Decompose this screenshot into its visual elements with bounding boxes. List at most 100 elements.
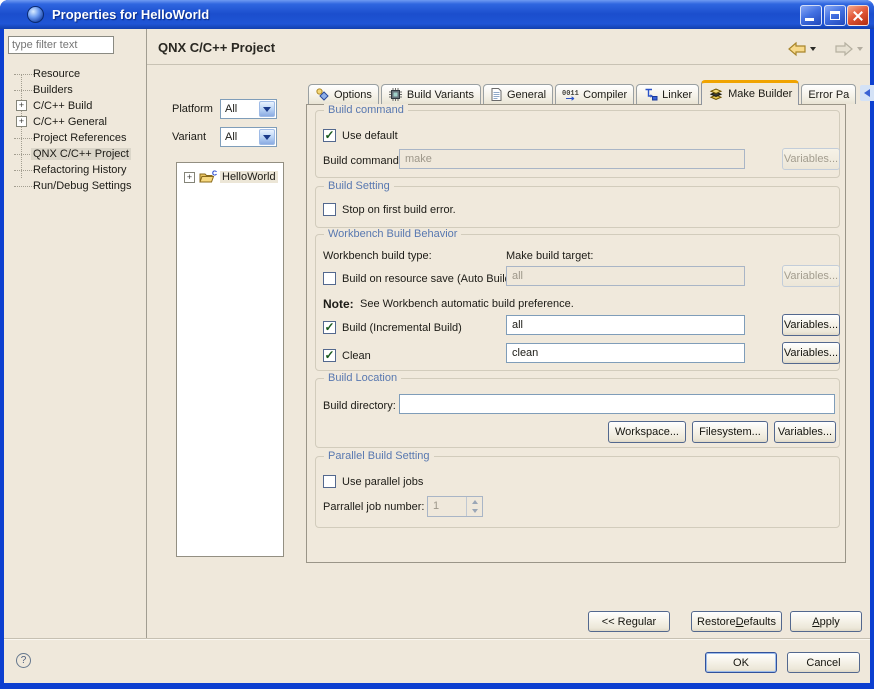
tab-error-parsers[interactable]: Error Pa <box>801 84 856 104</box>
sidebar-separator <box>146 29 147 639</box>
window-titlebar[interactable]: Properties for HelloWorld <box>0 0 874 29</box>
variables-button[interactable]: Variables... <box>782 314 840 336</box>
help-icon[interactable]: ? <box>16 653 31 668</box>
make-build-target-label: Make build target: <box>506 250 593 262</box>
group-title: Build Setting <box>324 180 394 192</box>
group-parallel-build: Parallel Build Setting Use parallel jobs… <box>315 456 840 528</box>
forward-arrow-icon <box>833 41 855 57</box>
check-mark: ✓ <box>324 349 334 361</box>
build-directory-input[interactable] <box>399 394 835 414</box>
minimize-icon <box>805 18 814 21</box>
tab-make-builder[interactable]: Make Builder <box>701 80 799 105</box>
tab-label: Compiler <box>583 89 627 101</box>
auto-build-label: Build on resource save (Auto Build) <box>342 273 514 285</box>
c-project-folder-icon: C <box>199 170 218 185</box>
clean-checkbox[interactable]: ✓ <box>323 349 336 362</box>
tab-options[interactable]: Options <box>308 84 379 104</box>
back-button[interactable] <box>786 39 816 58</box>
project-tree-panel[interactable]: + C HelloWorld <box>176 162 284 557</box>
sidebar-item-label: Refactoring History <box>33 164 127 176</box>
sidebar-item-resource[interactable]: Resource <box>8 66 144 82</box>
incremental-build-checkbox[interactable]: ✓ <box>323 321 336 334</box>
options-icon <box>315 87 330 102</box>
expand-plus-icon[interactable]: + <box>16 116 27 127</box>
app-icon <box>27 6 44 23</box>
use-parallel-checkbox[interactable] <box>323 475 336 488</box>
expand-plus-icon[interactable]: + <box>184 172 195 183</box>
sidebar-item-cpp-build[interactable]: + C/C++ Build <box>8 98 144 114</box>
variant-value: All <box>225 131 237 143</box>
back-arrow-icon <box>786 41 808 57</box>
auto-build-checkbox[interactable] <box>323 272 336 285</box>
back-dropdown-icon[interactable] <box>810 47 816 51</box>
document-icon <box>490 87 503 102</box>
tab-label: Options <box>334 89 372 101</box>
sidebar-item-builders[interactable]: Builders <box>8 82 144 98</box>
expand-plus-icon[interactable]: + <box>16 100 27 111</box>
build-directory-label: Build directory: <box>323 400 396 412</box>
use-default-label: Use default <box>342 130 398 142</box>
sidebar-item-run-debug[interactable]: Run/Debug Settings <box>8 178 144 194</box>
build-command-label: Build command: <box>323 155 402 167</box>
tab-build-variants[interactable]: Build Variants <box>381 84 481 104</box>
content-panel: Build command ✓ Use default Build comman… <box>306 104 846 563</box>
variant-dropdown-button[interactable] <box>259 129 275 145</box>
restore-defaults-button[interactable]: Restore Defaults <box>691 611 782 632</box>
tab-label: Error Pa <box>808 89 849 101</box>
sidebar-item-label: Resource <box>33 68 80 80</box>
regular-button[interactable]: << Regular <box>588 611 670 632</box>
tab-compiler[interactable]: 0011 Compiler <box>555 84 634 104</box>
clean-target-input[interactable]: clean <box>506 343 745 363</box>
platform-select[interactable]: All <box>220 99 277 119</box>
incremental-build-label: Build (Incremental Build) <box>342 322 462 334</box>
parallel-jobs-spinner[interactable]: 1 <box>427 496 483 517</box>
spinner-value: 1 <box>433 500 439 512</box>
filter-input[interactable] <box>8 36 114 54</box>
chip-icon <box>388 87 403 102</box>
variant-select[interactable]: All <box>220 127 277 147</box>
spinner-up-button[interactable] <box>467 497 482 507</box>
close-button[interactable] <box>847 5 869 26</box>
sidebar-item-project-references[interactable]: Project References <box>8 130 144 146</box>
platform-value: All <box>225 103 237 115</box>
variant-label: Variant <box>172 131 206 143</box>
platform-label: Platform <box>172 103 213 115</box>
linker-icon <box>643 87 658 102</box>
filesystem-button[interactable]: Filesystem... <box>692 421 768 443</box>
minimize-button[interactable] <box>800 5 822 26</box>
platform-dropdown-button[interactable] <box>259 101 275 117</box>
workspace-button[interactable]: Workspace... <box>608 421 686 443</box>
variables-button[interactable]: Variables... <box>782 148 840 170</box>
variables-button[interactable]: Variables... <box>782 265 840 287</box>
stop-on-error-label: Stop on first build error. <box>342 204 456 216</box>
tab-scroll-left-icon[interactable] <box>864 89 870 97</box>
sidebar-item-label: Builders <box>33 84 73 96</box>
cancel-button[interactable]: Cancel <box>787 652 860 673</box>
group-build-command: Build command ✓ Use default Build comman… <box>315 110 840 178</box>
window-title: Properties for HelloWorld <box>52 7 209 22</box>
apply-button[interactable]: Apply <box>790 611 862 632</box>
incremental-target-input[interactable]: all <box>506 315 745 335</box>
build-command-input[interactable]: make <box>399 149 745 169</box>
group-title: Build Location <box>324 372 401 384</box>
maximize-button[interactable] <box>824 5 846 26</box>
sidebar-item-cpp-general[interactable]: + C/C++ General <box>8 114 144 130</box>
auto-build-target-input[interactable]: all <box>506 266 745 286</box>
tab-general[interactable]: General <box>483 84 553 104</box>
header-divider <box>147 64 870 65</box>
tab-bar: Options Build Variants General 0011 Comp… <box>308 80 874 105</box>
group-build-setting: Build Setting Stop on first build error. <box>315 186 840 228</box>
forward-button[interactable] <box>833 39 863 58</box>
sidebar-item-refactoring-history[interactable]: Refactoring History <box>8 162 144 178</box>
clean-label: Clean <box>342 350 371 362</box>
sidebar-item-label: C/C++ Build <box>33 100 92 112</box>
tree-item-helloworld[interactable]: + C HelloWorld <box>184 170 284 186</box>
use-default-checkbox[interactable]: ✓ <box>323 129 336 142</box>
sidebar-item-qnx-project[interactable]: QNX C/C++ Project <box>8 146 144 162</box>
ok-button[interactable]: OK <box>705 652 777 673</box>
stop-on-error-checkbox[interactable] <box>323 203 336 216</box>
variables-button[interactable]: Variables... <box>782 342 840 364</box>
spinner-down-button[interactable] <box>467 507 482 517</box>
tab-linker[interactable]: Linker <box>636 84 699 104</box>
variables-button[interactable]: Variables... <box>774 421 836 443</box>
